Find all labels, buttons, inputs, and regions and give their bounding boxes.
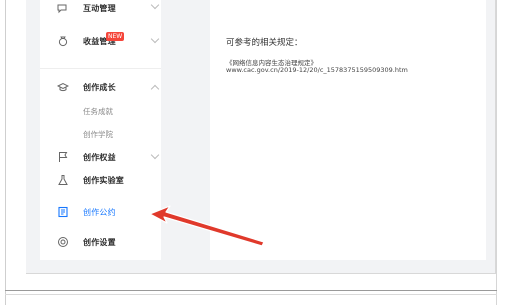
- sidebar-item-settings[interactable]: 创作设置: [40, 232, 161, 252]
- frame-left-border: [5, 0, 6, 305]
- graduation-cap-icon: [57, 81, 69, 93]
- sidebar-subitem-achievements[interactable]: 任务成就: [83, 106, 113, 117]
- sidebar-item-interaction[interactable]: 互动管理: [40, 0, 161, 18]
- screenshot-frame: 互动管理 收益管理 NEW 创作成长 任务成就 创作学院 创作权益 创作实验室 …: [0, 0, 515, 305]
- chevron-down-icon[interactable]: [150, 150, 160, 160]
- sidebar-item-convention[interactable]: 创作公约: [40, 202, 161, 222]
- sidebar-item-rights[interactable]: 创作权益: [40, 147, 161, 167]
- sidebar-item-income[interactable]: 收益管理: [40, 31, 161, 51]
- regulation-link[interactable]: www.cac.gov.cn/2019-12/20/c_157837515950…: [226, 66, 408, 74]
- frame-bottom-border-2: [5, 294, 497, 295]
- document-icon: [57, 206, 69, 218]
- sidebar-item-label: 创作权益: [83, 152, 116, 162]
- flag-icon: [57, 151, 69, 163]
- money-bag-icon: [57, 35, 69, 47]
- sidebar-item-growth[interactable]: 创作成长: [40, 77, 161, 97]
- chat-icon: [57, 2, 69, 14]
- flask-icon: [57, 174, 69, 186]
- sidebar-divider: [40, 68, 161, 69]
- frame-bottom-border: [5, 290, 497, 291]
- settings-icon: [57, 236, 69, 248]
- new-badge: NEW: [106, 32, 125, 41]
- sidebar-item-label: 创作公约: [83, 207, 116, 217]
- frame-right-border: [496, 0, 497, 305]
- chevron-down-icon[interactable]: [150, 0, 160, 10]
- chevron-down-icon[interactable]: [150, 34, 160, 44]
- sidebar-item-label: 创作实验室: [83, 175, 124, 185]
- sidebar-subitem-academy[interactable]: 创作学院: [83, 129, 113, 140]
- sidebar-item-label: 互动管理: [83, 3, 116, 13]
- sidebar: 互动管理 收益管理 NEW 创作成长 任务成就 创作学院 创作权益 创作实验室 …: [40, 0, 161, 260]
- content-panel: 可参考的相关规定： 《网络信息内容生态治理规定》 www.cac.gov.cn/…: [210, 0, 486, 260]
- chevron-up-icon[interactable]: [150, 84, 160, 94]
- sidebar-item-label: 创作成长: [83, 82, 116, 92]
- sidebar-item-lab[interactable]: 创作实验室: [40, 170, 161, 190]
- sidebar-item-label: 创作设置: [83, 237, 116, 247]
- regulations-heading: 可参考的相关规定：: [226, 38, 303, 48]
